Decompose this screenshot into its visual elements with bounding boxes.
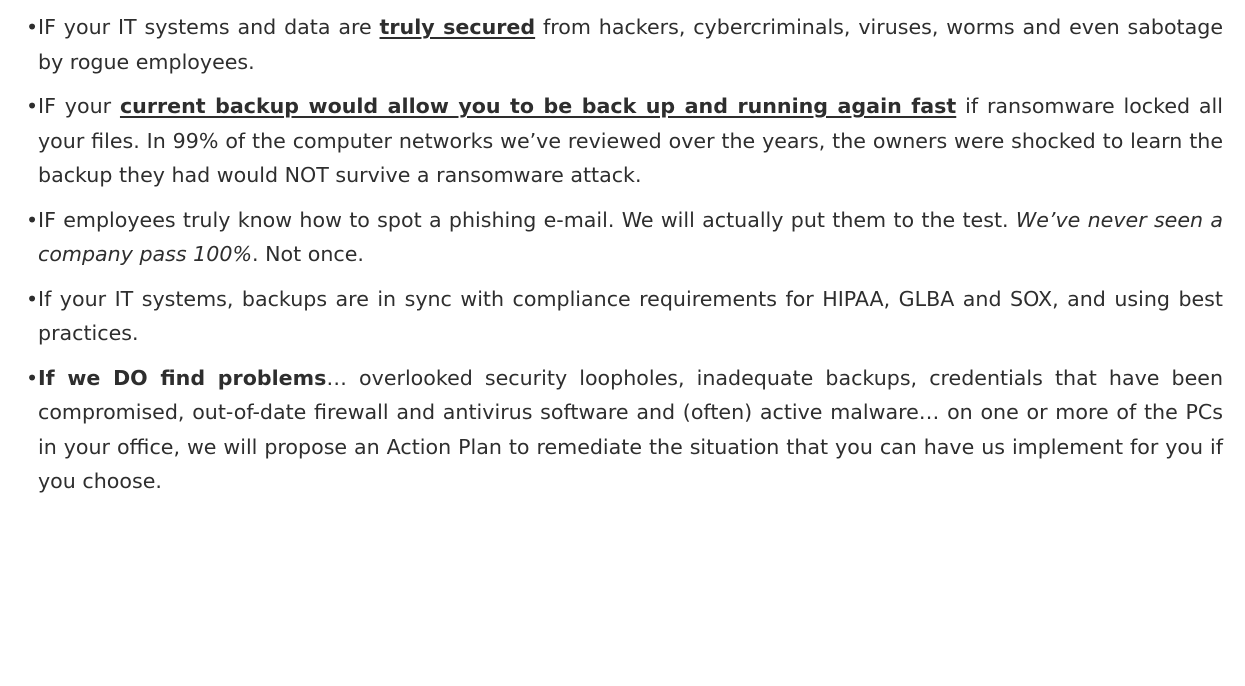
item-text: If your IT systems, backups are in sync … — [38, 286, 1223, 346]
list-item-compliance: • If your IT systems, backups are in syn… — [26, 282, 1223, 351]
item-text: . Not once. — [252, 242, 364, 266]
bullet-list: • IF your IT systems and data are truly … — [0, 0, 1245, 499]
list-item-problems: • If we DO find problems… overlooked sec… — [26, 361, 1223, 499]
item-text: IF employees truly know how to spot a ph… — [38, 207, 1016, 232]
bullet-icon: • — [26, 207, 39, 232]
item-text: IF your IT systems and data are — [38, 15, 380, 39]
bold-text: If we DO find problems — [38, 365, 327, 390]
emphasis-text: current backup would allow you to be bac… — [119, 94, 957, 118]
bullet-icon: • — [26, 286, 39, 311]
list-item-truly-secured: • IF your IT systems and data are truly … — [26, 10, 1223, 79]
list-item-phishing: • IF employees truly know how to spot a … — [26, 203, 1223, 272]
bullet-icon: • — [26, 94, 39, 118]
bullet-icon: • — [26, 15, 39, 39]
item-text: IF your — [38, 94, 120, 118]
emphasis-text: truly secured — [379, 15, 536, 39]
bullet-icon: • — [26, 365, 39, 390]
list-item-backup: • IF your current backup would allow you… — [26, 89, 1223, 193]
